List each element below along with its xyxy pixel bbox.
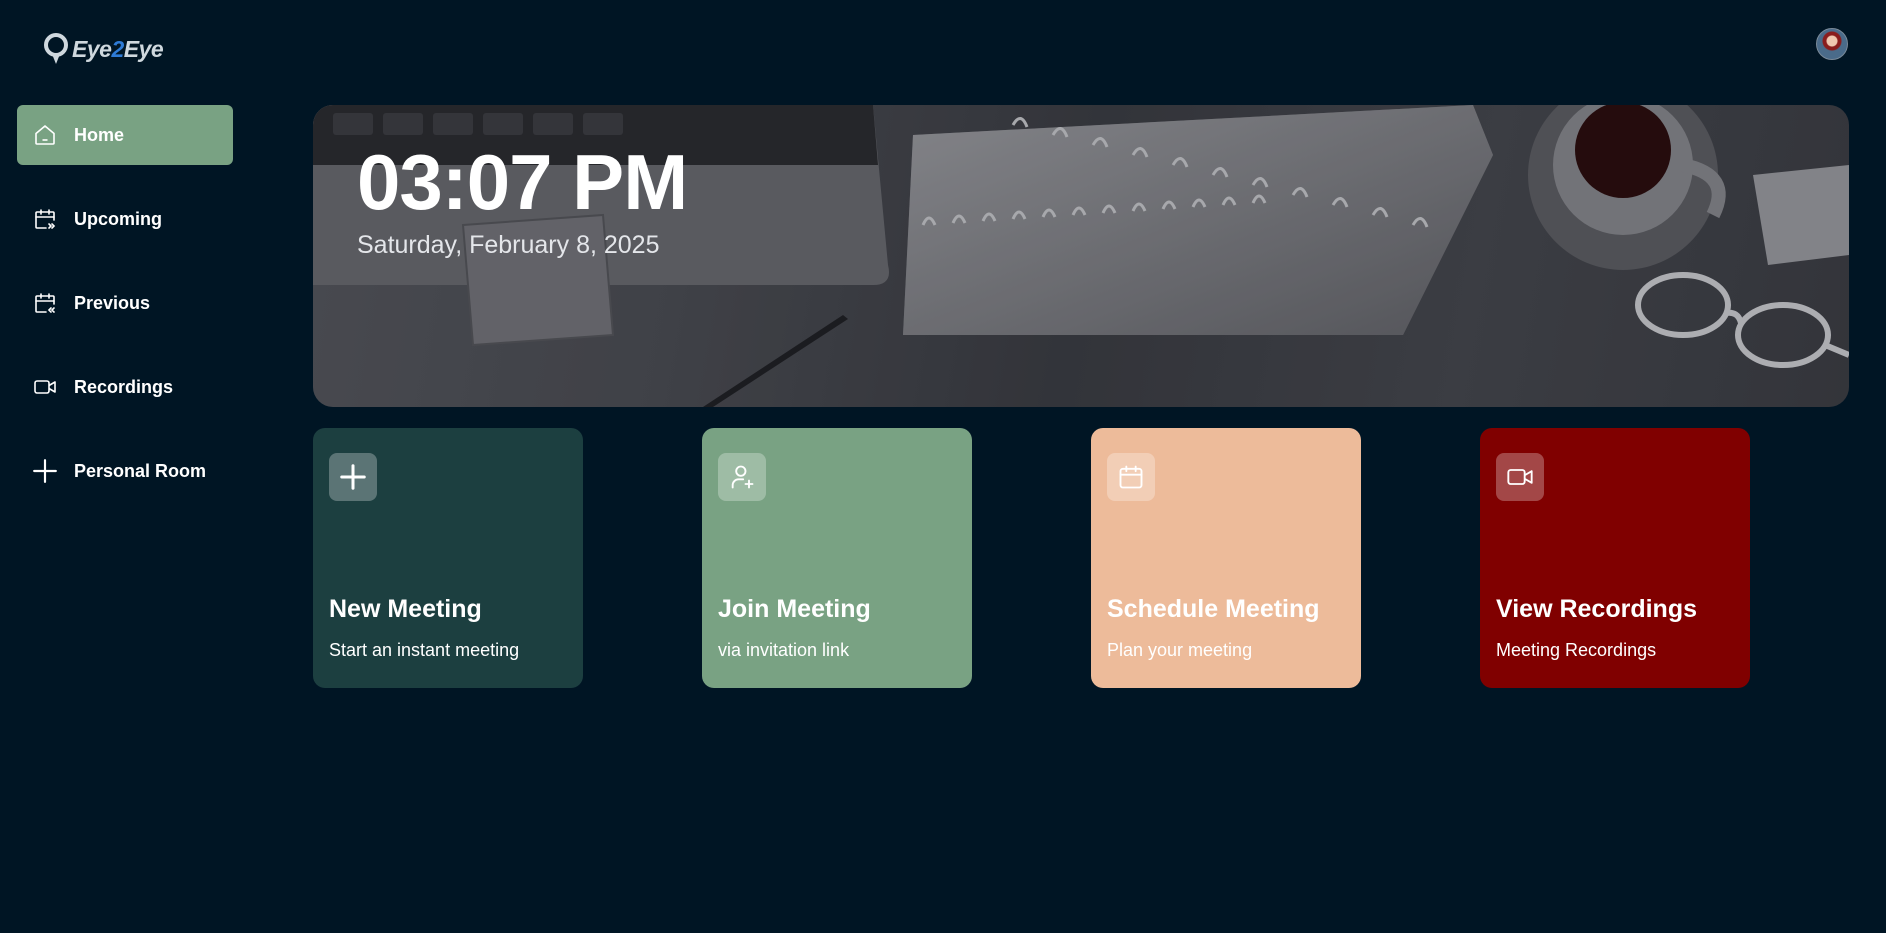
sidebar-item-label: Home: [74, 124, 125, 145]
card-icon-box: [329, 453, 377, 501]
logo-text-prefix: Eye: [72, 35, 112, 62]
card-subtitle: Plan your meeting: [1107, 640, 1253, 660]
new-meeting-card[interactable]: New Meeting Start an instant meeting: [313, 428, 583, 688]
calendar-previous-icon: [32, 290, 58, 316]
plus-icon: [340, 464, 366, 490]
sidebar-item-recordings[interactable]: Recordings: [17, 357, 233, 417]
sidebar-item-label: Personal Room: [74, 460, 207, 481]
card-icon-box: [1107, 453, 1155, 501]
view-recordings-card[interactable]: View Recordings Meeting Recordings: [1480, 428, 1750, 688]
sidebar-item-label: Recordings: [74, 376, 174, 397]
calendar-upcoming-icon: [32, 206, 58, 232]
current-time: 03:07 PM: [357, 138, 688, 226]
sidebar-item-home[interactable]: Home: [17, 105, 233, 165]
card-subtitle: Start an instant meeting: [329, 640, 520, 660]
join-meeting-card[interactable]: Join Meeting via invitation link: [702, 428, 972, 688]
logo-text: Eye2Eye: [72, 35, 164, 63]
user-avatar[interactable]: [1816, 28, 1848, 60]
card-icon-box: [718, 453, 766, 501]
video-icon: [1507, 469, 1533, 485]
logo-pin-icon: [44, 33, 68, 64]
sidebar: Home Upcoming Previous Recordings Person…: [17, 105, 233, 525]
card-title: Schedule Meeting: [1107, 595, 1320, 623]
sidebar-item-label: Upcoming: [74, 208, 162, 229]
hero-banner: 03:07 PM Saturday, February 8, 2025: [313, 105, 1849, 407]
video-icon: [32, 374, 58, 400]
card-title: New Meeting: [329, 595, 482, 623]
sidebar-item-label: Previous: [74, 292, 151, 313]
card-subtitle: via invitation link: [718, 640, 850, 660]
plus-icon: [32, 458, 58, 484]
home-icon: [32, 122, 58, 148]
sidebar-item-personal-room[interactable]: Personal Room: [17, 441, 233, 501]
card-title: View Recordings: [1496, 595, 1697, 623]
sidebar-item-upcoming[interactable]: Upcoming: [17, 189, 233, 249]
card-subtitle: Meeting Recordings: [1496, 640, 1657, 660]
card-icon-box: [1496, 453, 1544, 501]
sidebar-item-previous[interactable]: Previous: [17, 273, 233, 333]
schedule-meeting-card[interactable]: Schedule Meeting Plan your meeting: [1091, 428, 1361, 688]
current-date: Saturday, February 8, 2025: [357, 231, 660, 259]
app-logo[interactable]: Eye2Eye: [42, 32, 164, 66]
calendar-icon: [1119, 465, 1143, 489]
user-add-icon: [731, 465, 754, 489]
logo-text-suffix: Eye: [123, 35, 164, 62]
logo-text-mid: 2: [111, 35, 124, 62]
card-title: Join Meeting: [718, 595, 871, 623]
